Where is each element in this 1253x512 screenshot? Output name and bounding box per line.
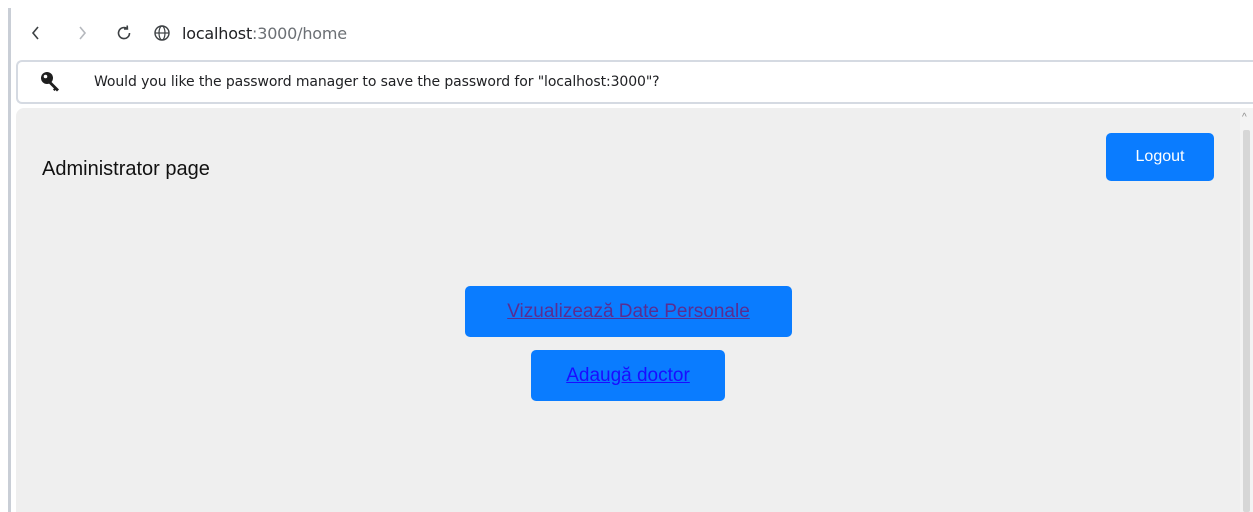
window-edge	[8, 8, 11, 512]
browser-toolbar: localhost:3000/home	[16, 9, 1253, 57]
url-path: :3000/home	[252, 23, 347, 43]
add-doctor-button[interactable]: Adaugă doctor	[531, 350, 725, 401]
scrollbar-track[interactable]	[1243, 130, 1250, 512]
logout-button[interactable]: Logout	[1106, 133, 1214, 181]
back-arrow-icon[interactable]	[20, 17, 52, 49]
password-prompt-message: Would you like the password manager to s…	[94, 74, 660, 90]
view-personal-data-button[interactable]: Vizualizează Date Personale	[465, 286, 792, 337]
key-icon	[38, 69, 64, 95]
browser-window: localhost:3000/home Would you like the p…	[0, 0, 1253, 512]
url-host: localhost	[182, 23, 253, 43]
view-personal-data-link[interactable]: Vizualizează Date Personale	[507, 301, 750, 323]
add-doctor-link[interactable]: Adaugă doctor	[566, 365, 690, 387]
globe-icon[interactable]	[148, 19, 176, 47]
password-manager-bar: Would you like the password manager to s…	[16, 60, 1253, 104]
vertical-scrollbar[interactable]: ^	[1240, 108, 1253, 512]
reload-icon[interactable]	[108, 17, 140, 49]
page-content: Administrator page Logout Vizualizează D…	[16, 108, 1240, 512]
scroll-up-arrow-icon[interactable]: ^	[1242, 112, 1247, 123]
forward-arrow-icon[interactable]	[66, 17, 98, 49]
address-bar[interactable]: localhost:3000/home	[182, 24, 347, 43]
page-title: Administrator page	[42, 158, 210, 180]
